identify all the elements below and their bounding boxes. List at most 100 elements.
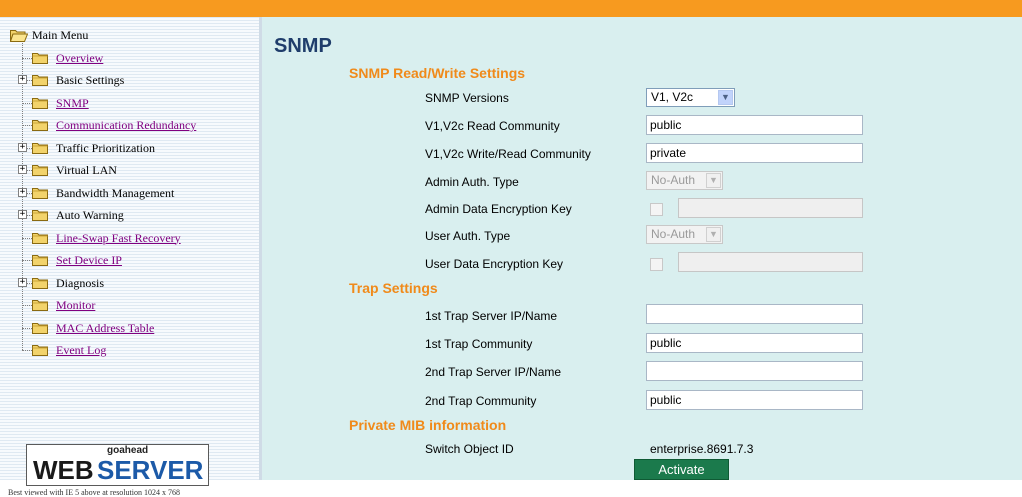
- sidebar-item-mac-address-table[interactable]: MAC Address Table: [8, 318, 258, 338]
- expand-plus-icon[interactable]: +: [18, 75, 27, 84]
- logo-server-text: SERVER: [97, 455, 204, 485]
- sidebar-item-label[interactable]: Event Log: [56, 343, 106, 358]
- folder-icon: [32, 187, 48, 199]
- label-trap1-server: 1st Trap Server IP/Name: [425, 309, 558, 323]
- sidebar-item-monitor[interactable]: Monitor: [8, 295, 258, 315]
- sidebar-item-auto-warning[interactable]: + Auto Warning: [8, 205, 258, 225]
- open-folder-icon: [10, 29, 28, 42]
- trap2-server-input[interactable]: [646, 361, 863, 381]
- sidebar-item-snmp[interactable]: SNMP: [8, 93, 258, 113]
- read-community-input[interactable]: public: [646, 115, 863, 135]
- admin-key-checkbox[interactable]: [650, 203, 663, 216]
- folder-icon: [32, 322, 48, 334]
- expand-plus-icon[interactable]: +: [18, 187, 27, 197]
- sidebar-item-communication-redundancy[interactable]: Communication Redundancy: [8, 115, 258, 135]
- sidebar-item-label[interactable]: Line-Swap Fast Recovery: [56, 231, 181, 246]
- sidebar-item-label: Diagnosis: [56, 275, 104, 290]
- label-user-key: User Data Encryption Key: [425, 257, 564, 271]
- sidebar-item-label[interactable]: MAC Address Table: [56, 321, 154, 336]
- activate-button[interactable]: Activate: [634, 459, 729, 480]
- label-trap2-community: 2nd Trap Community: [425, 394, 537, 408]
- label-snmp-versions: SNMP Versions: [425, 91, 509, 105]
- write-community-input[interactable]: private: [646, 143, 863, 163]
- sidebar-item-label: Virtual LAN: [56, 163, 117, 177]
- sidebar-item-label[interactable]: Monitor: [56, 298, 95, 313]
- page-title: SNMP: [274, 35, 332, 57]
- tree-branch-line: [22, 125, 32, 126]
- label-trap1-community: 1st Trap Community: [425, 337, 533, 351]
- expand-plus-icon[interactable]: +: [18, 210, 27, 219]
- sidebar-item-main-menu[interactable]: Main Menu: [8, 25, 258, 45]
- label-user-auth: User Auth. Type: [425, 229, 511, 243]
- folder-icon: [32, 299, 48, 311]
- sidebar-item-line-swap-fast-recovery[interactable]: Line-Swap Fast Recovery: [8, 228, 258, 248]
- section-trap: Trap Settings: [349, 280, 438, 296]
- browser-note: Best viewed with IE 5 above at resolutio…: [8, 488, 180, 497]
- sidebar-item-label: Traffic Prioritization: [56, 140, 155, 155]
- admin-auth-select[interactable]: No-Auth ▼: [646, 171, 723, 190]
- sidebar-item-label[interactable]: Overview: [56, 51, 103, 66]
- sidebar-item-set-device-ip[interactable]: Set Device IP: [8, 250, 258, 270]
- user-auth-value: No-Auth: [651, 227, 696, 241]
- folder-icon: [32, 277, 48, 289]
- section-snmp-rw: SNMP Read/Write Settings: [349, 65, 526, 81]
- snmp-versions-value: V1, V2c: [651, 90, 694, 104]
- snmp-versions-select[interactable]: V1, V2c ▼: [646, 88, 735, 107]
- chevron-down-icon: ▼: [718, 90, 733, 105]
- expand-plus-icon[interactable]: +: [18, 142, 27, 152]
- tree-branch-line: [22, 305, 32, 306]
- expand-plus-icon[interactable]: +: [18, 277, 27, 287]
- user-auth-select[interactable]: No-Auth ▼: [646, 225, 723, 244]
- folder-icon: [32, 74, 48, 86]
- tree-branch-line: [22, 102, 32, 104]
- section-private-mib: Private MIB information: [349, 417, 507, 433]
- admin-auth-value: No-Auth: [651, 173, 696, 187]
- sidebar-item-label[interactable]: Set Device IP: [56, 253, 122, 268]
- folder-icon: [32, 142, 48, 154]
- sidebar-item-label[interactable]: SNMP: [56, 96, 89, 111]
- label-object-id: Switch Object ID: [425, 442, 514, 456]
- folder-icon: [32, 232, 48, 244]
- label-write-community: V1,V2c Write/Read Community: [425, 147, 591, 161]
- tree-branch-line: [22, 260, 32, 261]
- sidebar-item-label: Bandwidth Management: [56, 185, 175, 200]
- sidebar-item-basic-settings[interactable]: + Basic Settings: [8, 70, 258, 90]
- user-key-checkbox[interactable]: [650, 258, 663, 271]
- folder-icon: [32, 164, 48, 176]
- sidebar-item-traffic-prioritization[interactable]: + Traffic Prioritization: [8, 138, 258, 158]
- folder-icon: [32, 209, 48, 221]
- logo-web-text: WEB: [33, 455, 94, 485]
- label-trap2-server: 2nd Trap Server IP/Name: [425, 365, 562, 379]
- sidebar-item-label: Main Menu: [32, 28, 89, 42]
- sidebar-item-virtual-lan[interactable]: + Virtual LAN: [8, 160, 258, 180]
- tree-branch-line: [22, 327, 32, 329]
- sidebar-item-label: Auto Warning: [56, 208, 124, 222]
- sidebar: Main Menu Overview + Basic Settings SNMP Comm…: [0, 17, 262, 497]
- object-id-value: enterprise.8691.7.3: [650, 442, 754, 456]
- tree-branch-line: [22, 350, 32, 351]
- sidebar-item-event-log[interactable]: Event Log: [8, 340, 258, 360]
- trap1-server-input[interactable]: [646, 304, 863, 324]
- sidebar-item-label[interactable]: Communication Redundancy: [56, 118, 196, 133]
- chevron-down-icon: ▼: [706, 173, 721, 188]
- sidebar-item-overview[interactable]: Overview: [8, 48, 258, 68]
- folder-icon: [32, 344, 48, 356]
- main-content: SNMP SNMP Read/Write Settings SNMP Versi…: [262, 17, 1022, 480]
- label-admin-key: Admin Data Encryption Key: [425, 202, 572, 216]
- tree-branch-line: [22, 237, 32, 239]
- sidebar-item-diagnosis[interactable]: + Diagnosis: [8, 273, 258, 293]
- top-bar: [0, 0, 1022, 17]
- chevron-down-icon: ▼: [706, 227, 721, 242]
- sidebar-item-label: Basic Settings: [56, 73, 125, 87]
- expand-plus-icon[interactable]: +: [18, 165, 27, 174]
- label-read-community: V1,V2c Read Community: [425, 119, 560, 133]
- folder-icon: [32, 119, 48, 131]
- admin-key-input[interactable]: [678, 198, 863, 218]
- folder-icon: [32, 97, 48, 109]
- sidebar-item-bandwidth-management[interactable]: + Bandwidth Management: [8, 183, 258, 203]
- tree-branch-line: [22, 57, 32, 59]
- trap1-community-input[interactable]: public: [646, 333, 863, 353]
- folder-icon: [32, 52, 48, 64]
- user-key-input[interactable]: [678, 252, 863, 272]
- trap2-community-input[interactable]: public: [646, 390, 863, 410]
